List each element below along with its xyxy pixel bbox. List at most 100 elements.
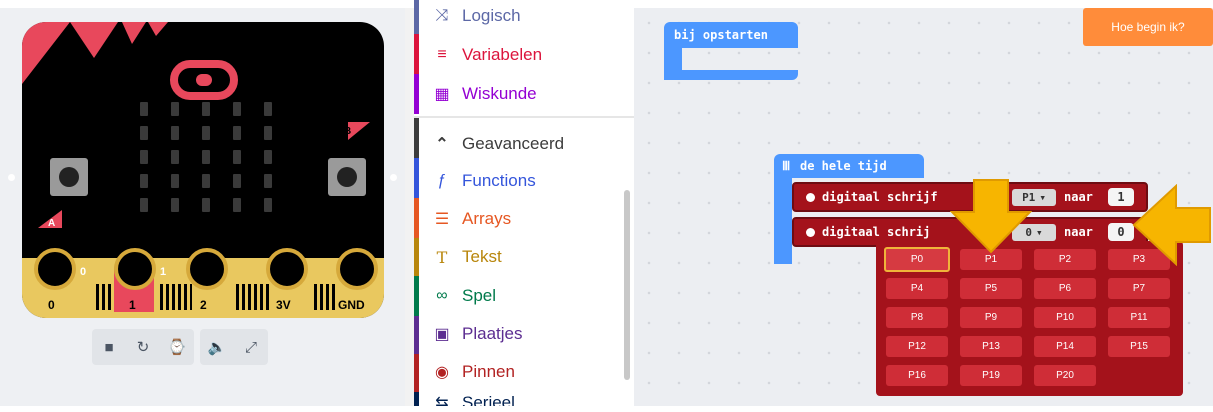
led[interactable] [202, 198, 210, 212]
toolbox-item-logisch[interactable]: ⤨ Logisch [432, 6, 521, 26]
dropdown-arrow-icon: ▾ [1039, 191, 1046, 204]
stop-icon[interactable]: ■ [92, 329, 126, 365]
toolbox-item-functions[interactable]: ƒ Functions [432, 171, 536, 191]
pin-0-hole[interactable] [34, 248, 76, 290]
fullscreen-icon[interactable]: ⤢ [234, 329, 268, 365]
value-input[interactable]: 0 [1108, 223, 1134, 241]
forever-block[interactable]: Ⅲ de hele tijd [774, 154, 924, 178]
value-input[interactable]: 1 [1108, 188, 1134, 206]
led[interactable] [233, 174, 241, 188]
toolbox-item-tekst[interactable]: T Tekst [432, 247, 502, 267]
led[interactable] [140, 126, 148, 140]
pin-option-p16[interactable]: P16 [886, 365, 948, 386]
button-b[interactable] [328, 158, 366, 196]
sim-view-group: 🔈 ⤢ [200, 329, 268, 365]
help-button[interactable]: Hoe begin ik? [1083, 8, 1213, 46]
led[interactable] [140, 102, 148, 116]
pin-3v-hole[interactable] [266, 248, 308, 290]
category-stripe [414, 238, 419, 276]
pin-option-p8[interactable]: P8 [886, 307, 948, 328]
led[interactable] [202, 126, 210, 140]
pin-option-p5[interactable]: P5 [960, 278, 1022, 299]
toolbox-item-serieel[interactable]: ⇆ Serieel [432, 393, 515, 406]
pin-option-p10[interactable]: P10 [1034, 307, 1096, 328]
toolbox-item-plaatjes[interactable]: ▣ Plaatjes [432, 324, 522, 344]
led[interactable] [264, 198, 272, 212]
led[interactable] [202, 174, 210, 188]
led-row-2 [140, 126, 272, 140]
category-stripe [414, 34, 419, 74]
pin-option-p4[interactable]: P4 [886, 278, 948, 299]
category-stripe [414, 158, 419, 198]
mute-icon[interactable]: 🔈 [200, 329, 234, 365]
led[interactable] [233, 126, 241, 140]
pin-option-p13[interactable]: P13 [960, 336, 1022, 357]
toolbox-item-label: Tekst [462, 247, 502, 266]
category-stripe [414, 118, 419, 158]
led[interactable] [140, 150, 148, 164]
led[interactable] [140, 174, 148, 188]
toolbox-item-label: Spel [462, 286, 497, 305]
led[interactable] [171, 198, 179, 212]
pin-option-p12[interactable]: P12 [886, 336, 948, 357]
microbit-board[interactable]: A B 0 1 0 1 2 3V GND [8, 22, 397, 318]
pin-option-p19[interactable]: P19 [960, 365, 1022, 386]
button-a[interactable] [50, 158, 88, 196]
toolbox-item-geavanceerd[interactable]: ⌃ Geavanceerd [432, 134, 564, 154]
toolbox-item-label: Wiskunde [462, 84, 537, 103]
pin-option-p2[interactable]: P2 [1034, 249, 1096, 270]
forever-block-arm [774, 178, 792, 264]
button-b-arrow [348, 122, 370, 140]
toolbox-item-pinnen[interactable]: ◉ Pinnen [432, 362, 515, 382]
led[interactable] [171, 102, 179, 116]
pin-option-p7[interactable]: P7 [1108, 278, 1170, 299]
led[interactable] [264, 102, 272, 116]
led[interactable] [264, 174, 272, 188]
toolbox-item-variabelen[interactable]: ≡ Variabelen [432, 45, 542, 65]
led[interactable] [264, 126, 272, 140]
led[interactable] [140, 198, 148, 212]
digital-write-label: digitaal schrij [822, 225, 931, 239]
math-icon: ▦ [434, 86, 450, 103]
led[interactable] [233, 102, 241, 116]
pin-option-p11[interactable]: P11 [1108, 307, 1170, 328]
pin-1-hole[interactable] [114, 248, 156, 290]
led[interactable] [233, 198, 241, 212]
led[interactable] [264, 150, 272, 164]
pin-option-p9[interactable]: P9 [960, 307, 1022, 328]
restart-icon[interactable]: ↻ [126, 329, 160, 365]
led[interactable] [171, 174, 179, 188]
led[interactable] [171, 126, 179, 140]
pin-label-2: 2 [200, 298, 207, 312]
toolbox-scrollbar[interactable] [624, 190, 630, 380]
pin-gnd-hole[interactable] [336, 248, 378, 290]
slowmo-icon[interactable]: ⌚ [160, 329, 194, 365]
button-a-label: A [48, 218, 56, 229]
on-start-block[interactable]: bij opstarten [664, 22, 798, 80]
led-row-5 [140, 198, 272, 212]
led[interactable] [171, 150, 179, 164]
toolbox-item-wiskunde[interactable]: ▦ Wiskunde [432, 84, 537, 104]
led[interactable] [202, 150, 210, 164]
forever-loop-icon: Ⅲ [782, 159, 791, 173]
led[interactable] [202, 102, 210, 116]
pin-2-hole[interactable] [186, 248, 228, 290]
forever-label: de hele tijd [800, 159, 887, 173]
pin-option-p6[interactable]: P6 [1034, 278, 1096, 299]
pin-option-p14[interactable]: P14 [1034, 336, 1096, 357]
board-side-dot-right [390, 174, 397, 181]
toolbox-item-spel[interactable]: ∞ Spel [432, 286, 496, 306]
pin-option-p0[interactable]: P0 [884, 247, 950, 272]
toolbox-item-arrays[interactable]: ☰ Arrays [432, 209, 511, 229]
pin-option-p15[interactable]: P15 [1108, 336, 1170, 357]
connector-teeth [160, 284, 192, 310]
pin-label-1: 1 [129, 298, 136, 312]
connector-teeth [96, 284, 116, 310]
pin-option-p20[interactable]: P20 [1034, 365, 1096, 386]
led[interactable] [233, 150, 241, 164]
chevron-up-icon: ⌃ [435, 136, 449, 153]
arrays-icon: ☰ [434, 211, 450, 228]
dropdown-arrow-icon: ▾ [1036, 226, 1043, 239]
category-stripe [414, 74, 419, 114]
button-b-label: B [344, 126, 352, 137]
